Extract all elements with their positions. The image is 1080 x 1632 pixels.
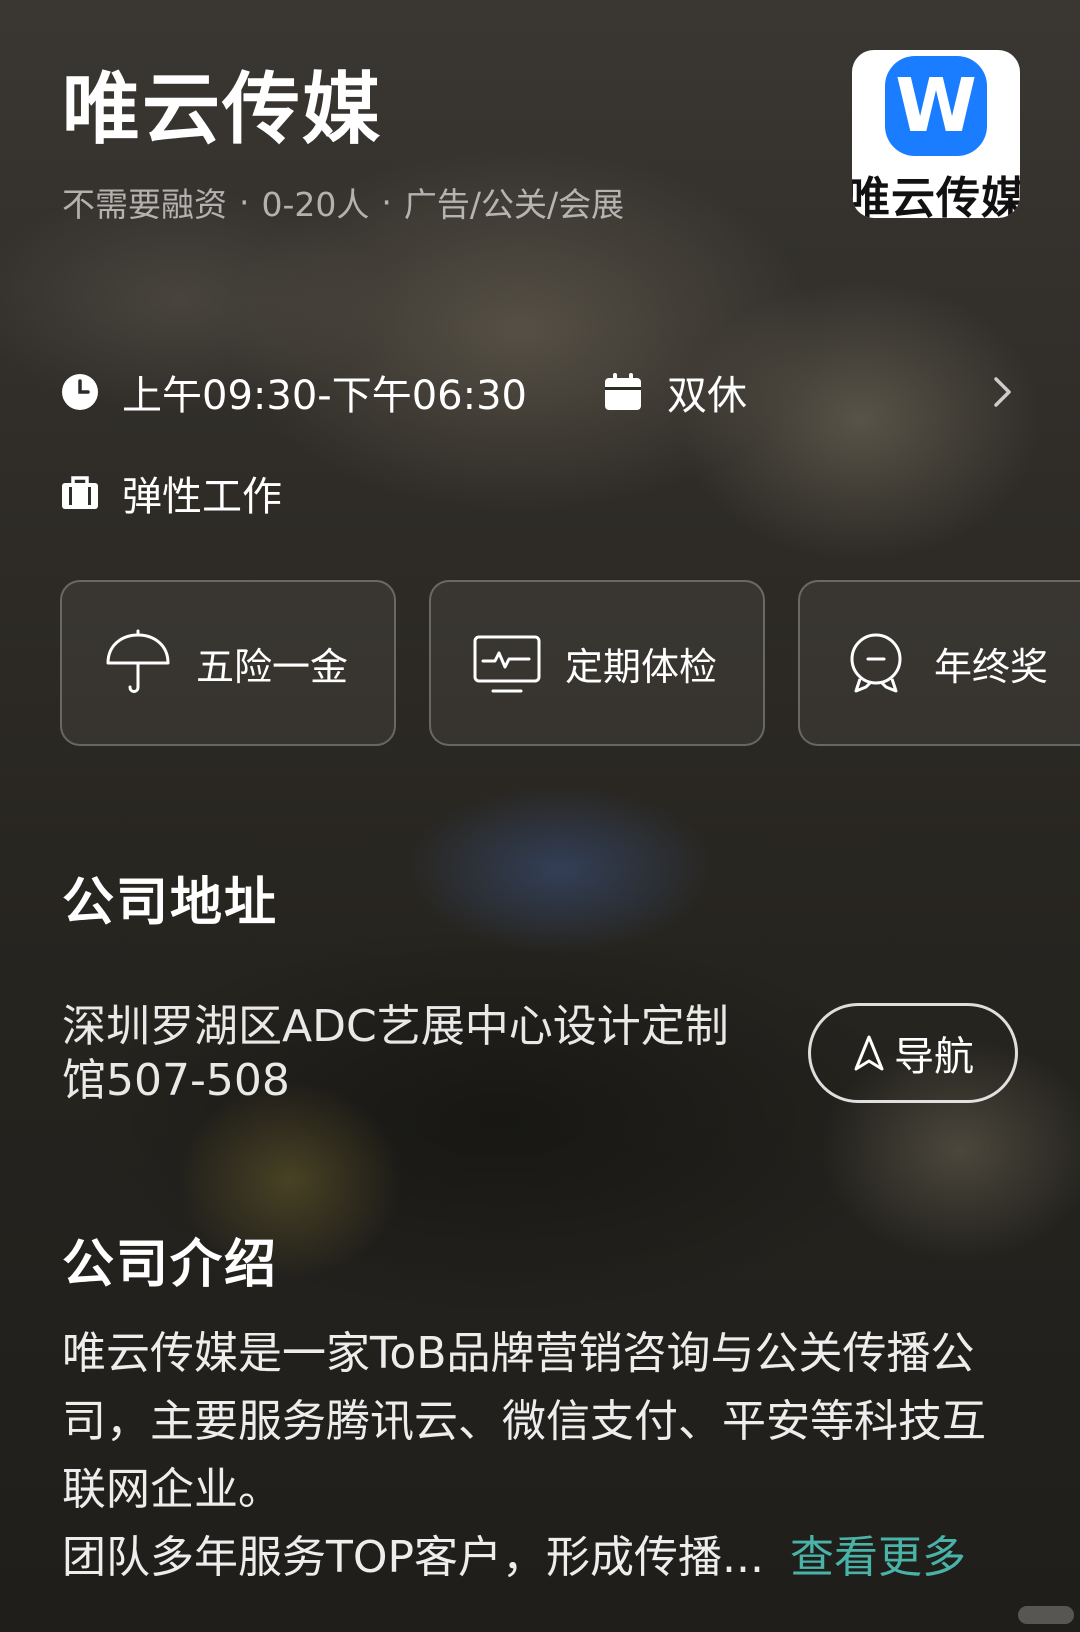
briefcase-icon: [60, 473, 100, 513]
intro-text-2: 团队多年服务TOP客户，形成传播...: [62, 1532, 765, 1583]
company-size: 0-20人: [261, 185, 370, 224]
navigation-icon: [854, 1035, 884, 1071]
meta-separator: ·: [239, 182, 250, 222]
benefits-carousel[interactable]: 五险一金 定期体检 年终奖: [60, 580, 1080, 748]
view-more-link[interactable]: 查看更多: [790, 1532, 966, 1583]
umbrella-icon: [106, 629, 170, 693]
intro-section-title: 公司介绍: [62, 1235, 279, 1295]
financing-stage: 不需要融资: [62, 185, 227, 224]
company-address: 深圳罗湖区ADC艺展中心设计定制馆507-508: [62, 1001, 729, 1106]
navigate-button[interactable]: 导航: [808, 1003, 1018, 1103]
intro-text-truncated: 团队多年服务TOP客户，形成传播... 查看更多: [62, 1524, 1022, 1592]
intro-text: 唯云传媒是一家ToB品牌营销咨询与公关传播公司，主要服务腾讯云、微信支付、平安等…: [62, 1328, 986, 1515]
company-detail-page: 唯云传媒 不需要融资 · 0-20人 · 广告/公关/会展 W 唯云传媒 上午0…: [0, 0, 1080, 1632]
benefit-label: 定期体检: [565, 644, 718, 689]
monitor-checkup-icon: [473, 635, 541, 693]
company-intro: 唯云传媒是一家ToB品牌营销咨询与公关传播公司，主要服务腾讯云、微信支付、平安等…: [62, 1320, 1022, 1592]
company-industry: 广告/公关/会展: [403, 185, 625, 224]
medal-icon: [850, 633, 902, 693]
logo-w-mark: W: [885, 56, 987, 156]
rest-policy: 双休: [666, 373, 747, 419]
benefit-card[interactable]: 五险一金: [60, 580, 396, 746]
work-schedule-row: 弹性工作: [60, 464, 282, 522]
company-name: 唯云传媒: [62, 65, 383, 155]
watermark-badge: [1018, 1606, 1074, 1624]
chevron-right-icon[interactable]: [984, 374, 1020, 410]
benefit-card[interactable]: 年终奖: [798, 580, 1080, 746]
work-schedule: 弹性工作: [122, 474, 282, 520]
navigate-label: 导航: [894, 1034, 974, 1080]
benefit-label: 年终奖: [934, 644, 1049, 689]
company-meta: 不需要融资 · 0-20人 · 广告/公关/会展: [62, 178, 624, 226]
meta-separator: ·: [381, 182, 392, 222]
benefit-label: 五险一金: [196, 644, 349, 689]
benefit-card[interactable]: 定期体检: [429, 580, 765, 746]
calendar-icon: [603, 372, 643, 412]
company-logo: W 唯云传媒: [852, 50, 1020, 218]
work-hours: 上午09:30-下午06:30: [122, 373, 527, 419]
work-hours-row[interactable]: 上午09:30-下午06:30 双休: [60, 362, 1020, 422]
address-section-title: 公司地址: [62, 873, 279, 933]
clock-icon: [60, 372, 100, 412]
logo-text: 唯云传媒: [852, 173, 1020, 218]
